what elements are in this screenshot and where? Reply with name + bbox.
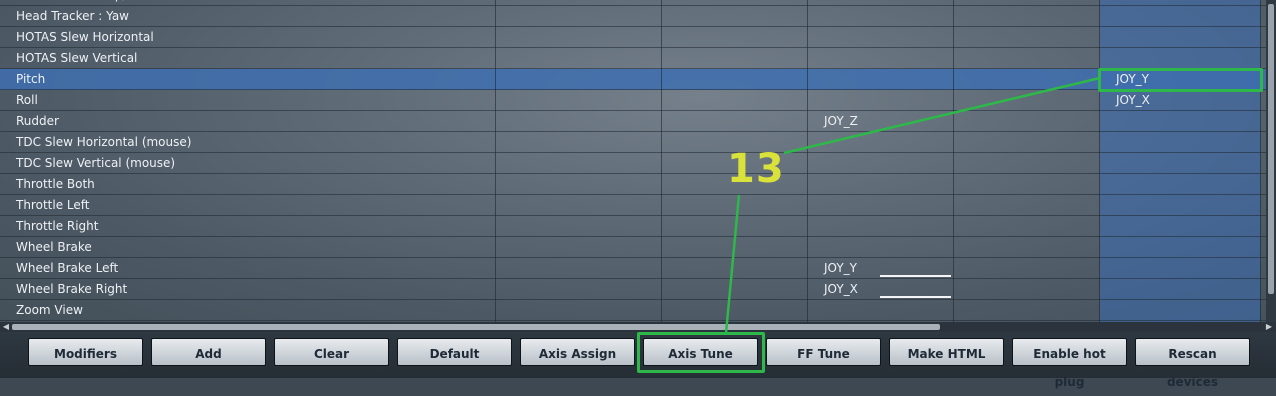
table-row[interactable]: Roll — [0, 90, 1276, 111]
enable-hot-plug-button[interactable]: Enable hot plug — [1012, 338, 1127, 389]
axis-tune-indicator — [880, 275, 951, 277]
scroll-right-arrow-icon[interactable]: ▶ — [1264, 322, 1274, 332]
rudder-binding-cell[interactable]: JOY_Z — [824, 111, 858, 132]
axis-command-label: Head Tracker : Yaw — [16, 9, 129, 23]
axis-command-label: Wheel Brake Right — [16, 282, 128, 296]
clear-button[interactable]: Clear — [274, 338, 389, 366]
modifiers-button[interactable]: Modifiers — [28, 338, 143, 366]
axis-command-label: Wheel Brake — [16, 240, 92, 254]
table-row[interactable]: TDC Slew Horizontal (mouse) — [0, 132, 1276, 153]
table-row[interactable]: Pitch — [0, 69, 1276, 90]
default-button[interactable]: Default — [397, 338, 512, 366]
vertical-scrollbar-thumb[interactable] — [1268, 4, 1274, 294]
table-row[interactable]: Head Tracker : Yaw — [0, 6, 1276, 27]
table-row[interactable]: Wheel Brake Left — [0, 258, 1276, 279]
table-row[interactable]: TDC Slew Vertical (mouse) — [0, 153, 1276, 174]
rescan-devices-button[interactable]: Rescan devices — [1135, 338, 1250, 389]
axis-command-label: HOTAS Slew Vertical — [16, 51, 138, 65]
axis-command-label: HOTAS Slew Horizontal — [16, 30, 154, 44]
wheel-brake-left-binding-cell[interactable]: JOY_Y — [824, 258, 857, 279]
axis-command-label: Throttle Both — [16, 177, 95, 191]
make-html-button[interactable]: Make HTML — [889, 338, 1004, 366]
table-row[interactable]: Rudder — [0, 111, 1276, 132]
column-divider — [953, 0, 954, 322]
table-row[interactable]: Wheel Brake Right — [0, 279, 1276, 300]
table-row[interactable]: Throttle Both — [0, 174, 1276, 195]
table-row[interactable]: Zoom View — [0, 300, 1276, 321]
axis-command-label: Wheel Brake Left — [16, 261, 119, 275]
axis-assign-button[interactable]: Axis Assign — [520, 338, 635, 366]
wheel-brake-right-binding-cell[interactable]: JOY_X — [824, 279, 858, 300]
table-row[interactable]: Wheel Brake — [0, 237, 1276, 258]
axis-command-label: Rudder — [16, 114, 59, 128]
column-divider — [495, 0, 496, 322]
scroll-left-arrow-icon[interactable]: ◀ — [1, 322, 11, 332]
callout-highlight-axis-tune — [637, 332, 765, 373]
roll-binding-cell[interactable]: JOY_X — [1116, 90, 1150, 111]
column-divider — [661, 0, 662, 322]
table-row[interactable]: HOTAS Slew Horizontal — [0, 27, 1276, 48]
axis-command-label: TDC Slew Horizontal (mouse) — [16, 135, 192, 149]
horizontal-scrollbar-thumb[interactable] — [12, 324, 940, 330]
axis-command-label: TDC Slew Vertical (mouse) — [16, 156, 176, 170]
callout-highlight-pitch-binding — [1098, 68, 1263, 92]
add-button[interactable]: Add — [151, 338, 266, 366]
table-row[interactable]: Throttle Left — [0, 195, 1276, 216]
table-row[interactable]: HOTAS Slew Vertical — [0, 48, 1276, 69]
ff-tune-button[interactable]: FF Tune — [766, 338, 881, 366]
axis-command-label: Throttle Right — [16, 219, 99, 233]
axis-command-label: Throttle Left — [16, 198, 90, 212]
bindings-grid: Head Tracker : Up/DownHead Tracker : Yaw… — [0, 0, 1276, 322]
column-divider — [1260, 0, 1261, 322]
axis-tune-indicator — [880, 296, 951, 298]
table-row[interactable]: Throttle Right — [0, 216, 1276, 237]
callout-number: 13 — [727, 146, 785, 192]
axis-command-label: Zoom View — [16, 303, 83, 317]
axis-command-label: Roll — [16, 93, 38, 107]
column-divider — [1099, 0, 1100, 322]
column-divider — [807, 0, 808, 322]
axis-command-label: Pitch — [16, 72, 46, 86]
